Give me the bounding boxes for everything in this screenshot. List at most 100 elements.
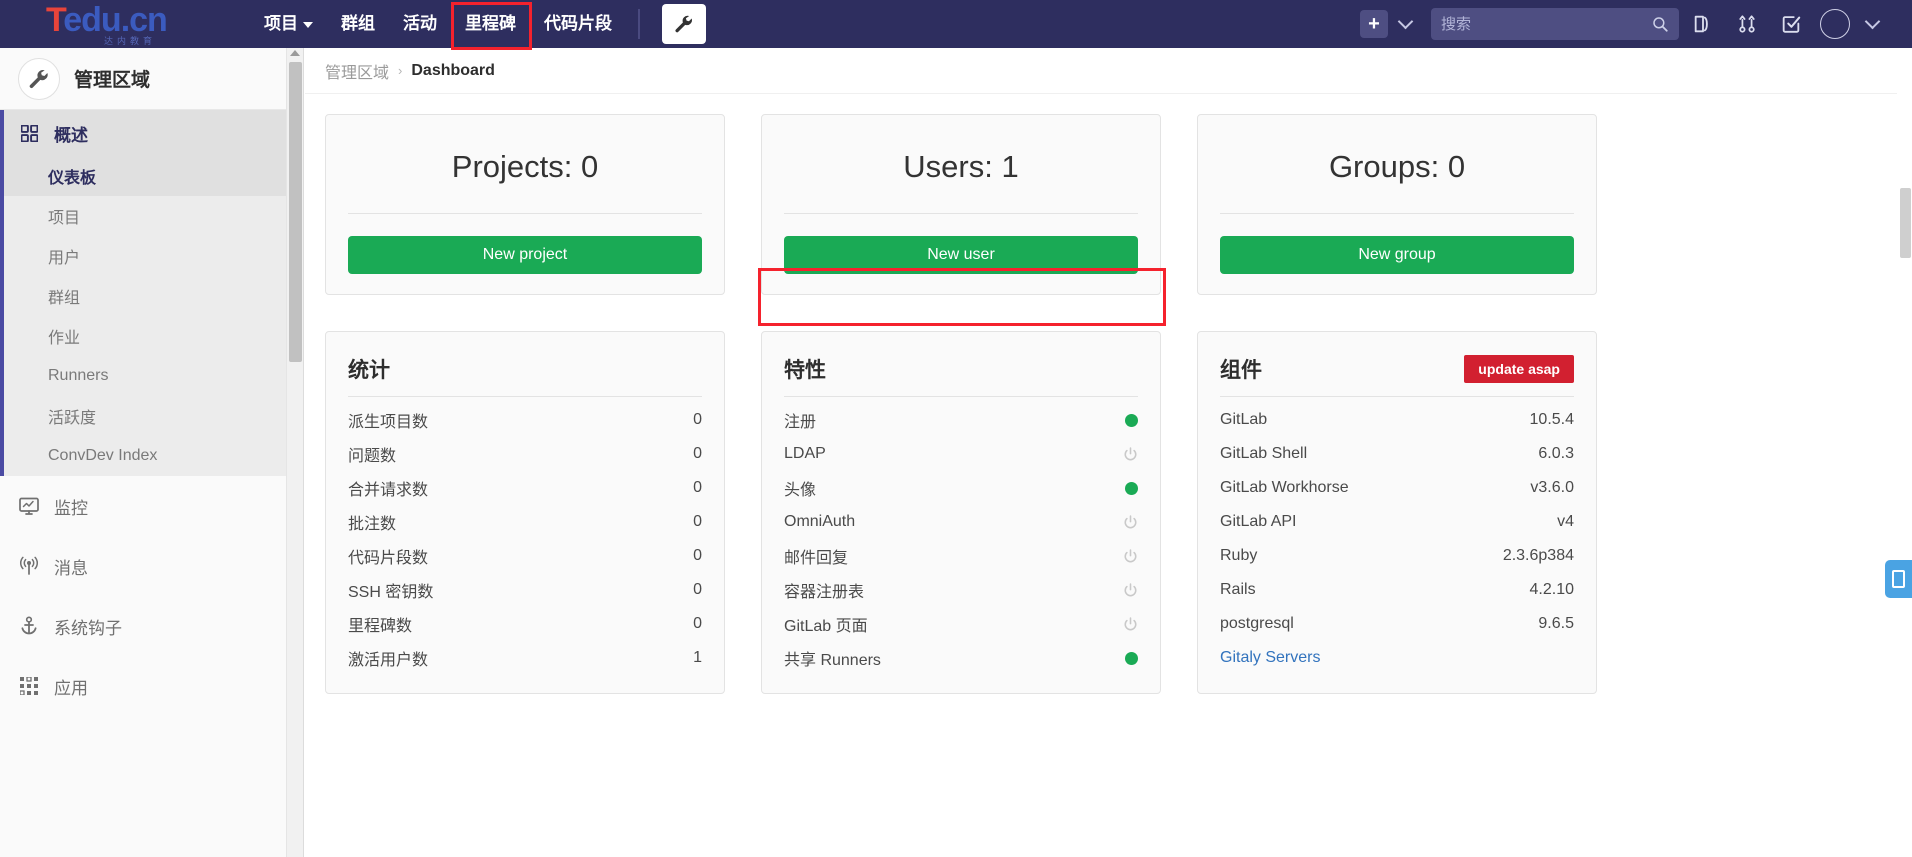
component-value: 9.6.5 — [1538, 615, 1574, 632]
sidebar-item-users[interactable]: 用户 — [0, 236, 286, 276]
nav-item-activity[interactable]: 活动 — [389, 0, 451, 48]
divider — [784, 396, 1138, 397]
status-disabled-icon — [1124, 548, 1137, 562]
sidebar-scrollbar[interactable] — [287, 48, 304, 857]
nav-item-milestones[interactable]: 里程碑 — [451, 0, 530, 48]
user-menu-button[interactable] — [1815, 0, 1855, 48]
nav-item-snippets[interactable]: 代码片段 — [530, 0, 626, 48]
sidebar-item-projects[interactable]: 项目 — [0, 196, 286, 236]
stat-value: 0 — [693, 581, 702, 598]
component-value: 10.5.4 — [1529, 411, 1574, 428]
stat-value: 0 — [693, 615, 702, 632]
sidebar-item-dashboard[interactable]: 仪表板 — [0, 156, 286, 196]
stat-row: 合并请求数 0 — [348, 471, 702, 505]
component-label: postgresql — [1220, 615, 1294, 632]
divider — [1220, 213, 1574, 214]
scroll-up-arrow-icon[interactable] — [290, 50, 300, 56]
create-new-button[interactable]: + — [1360, 10, 1388, 38]
status-disabled-icon — [1124, 446, 1137, 460]
feature-row: OmniAuth — [784, 505, 1138, 539]
component-row: GitLab Shell 6.0.3 — [1220, 437, 1574, 471]
chevron-down-icon[interactable] — [1864, 13, 1881, 30]
stat-row: 代码片段数 0 — [348, 539, 702, 573]
dashboard-grid: Projects: 0 New project Users: 1 New use… — [305, 94, 1912, 694]
breadcrumb: 管理区域 › Dashboard — [305, 48, 1912, 94]
sidebar-item-runners[interactable]: Runners — [0, 356, 286, 396]
sidebar-item-applications[interactable]: 应用 — [0, 656, 286, 716]
component-value: v4 — [1557, 513, 1574, 530]
nav-item-projects-label: 项目 — [264, 14, 298, 33]
issues-icon — [1694, 15, 1708, 33]
anchor-icon — [18, 616, 40, 636]
nav-item-projects[interactable]: 项目 — [250, 0, 327, 48]
status-disabled-icon — [1124, 616, 1137, 630]
component-value: v3.6.0 — [1530, 479, 1574, 496]
sidebar-scrollbar-thumb[interactable] — [289, 62, 302, 362]
feature-label: 注册 — [784, 414, 817, 431]
merge-requests-button[interactable] — [1727, 0, 1767, 48]
components-card: 组件 update asap GitLab 10.5.4 GitLab Shel… — [1197, 331, 1597, 694]
issues-button[interactable] — [1683, 0, 1723, 48]
wrench-icon — [675, 15, 692, 33]
feature-label: 共享 Runners — [784, 652, 881, 669]
stat-label: 代码片段数 — [348, 550, 429, 567]
features-title: 特性 — [784, 359, 826, 382]
search-box[interactable] — [1431, 8, 1679, 40]
new-project-button[interactable]: New project — [348, 236, 702, 274]
sidebar-item-activity[interactable]: 活跃度 — [0, 396, 286, 436]
component-row: postgresql 9.6.5 — [1220, 607, 1574, 641]
sidebar-item-messages-label: 消息 — [54, 558, 88, 578]
stat-value: 1 — [693, 649, 702, 666]
main-nav-items: 项目 群组 活动 里程碑 代码片段 — [250, 0, 724, 48]
apps-grid-icon — [18, 677, 40, 695]
site-logo[interactable]: Tedu.cn 达内教育 — [46, 0, 236, 48]
stat-value: 0 — [693, 479, 702, 496]
status-disabled-icon — [1124, 514, 1137, 528]
sidebar-item-messages[interactable]: 消息 — [0, 536, 286, 596]
stat-label: 合并请求数 — [348, 482, 429, 499]
component-row: GitLab Workhorse v3.6.0 — [1220, 471, 1574, 505]
sidebar-item-groups[interactable]: 群组 — [0, 276, 286, 316]
feedback-side-tab[interactable] — [1885, 560, 1912, 598]
page-scrollbar[interactable] — [1897, 48, 1912, 857]
status-enabled-icon — [1125, 481, 1138, 495]
sidebar-item-monitoring[interactable]: 监控 — [0, 476, 286, 536]
components-title: 组件 — [1220, 359, 1262, 382]
stat-label: 激活用户数 — [348, 652, 429, 669]
page-scrollbar-thumb[interactable] — [1900, 188, 1911, 258]
stat-value: 0 — [693, 513, 702, 530]
gitaly-servers-link[interactable]: Gitaly Servers — [1220, 649, 1320, 667]
search-input[interactable] — [1441, 15, 1651, 33]
sidebar-item-jobs[interactable]: 作业 — [0, 316, 286, 356]
component-value: 2.3.6p384 — [1502, 547, 1574, 564]
top-navigation-bar: Tedu.cn 达内教育 项目 群组 活动 里程碑 代码片段 + — [0, 0, 1912, 48]
chevron-down-icon[interactable] — [1397, 13, 1414, 30]
sidebar-item-system-hooks-label: 系统钩子 — [54, 618, 122, 638]
overview-grid-icon — [18, 124, 40, 142]
nav-item-groups[interactable]: 群组 — [327, 0, 389, 48]
sidebar-item-monitoring-label: 监控 — [54, 498, 88, 518]
breadcrumb-root[interactable]: 管理区域 — [325, 59, 389, 83]
sidebar-item-system-hooks[interactable]: 系统钩子 — [0, 596, 286, 656]
main-content: 管理区域 › Dashboard Projects: 0 New project… — [305, 48, 1912, 857]
sidebar-item-overview[interactable]: 概述 — [0, 110, 286, 156]
sidebar-item-convdev-index[interactable]: ConvDev Index — [0, 436, 286, 476]
feature-label: OmniAuth — [784, 513, 856, 530]
todos-button[interactable] — [1771, 0, 1811, 48]
stat-row: SSH 密钥数 0 — [348, 573, 702, 607]
component-label: GitLab — [1220, 411, 1268, 428]
stat-row: 激活用户数 1 — [348, 641, 702, 675]
book-icon — [1892, 570, 1905, 588]
component-row: GitLab 10.5.4 — [1220, 403, 1574, 437]
stat-row: 批注数 0 — [348, 505, 702, 539]
new-group-button[interactable]: New group — [1220, 236, 1574, 274]
feature-row: 容器注册表 — [784, 573, 1138, 607]
update-asap-badge[interactable]: update asap — [1464, 355, 1574, 383]
stat-label: 里程碑数 — [348, 618, 413, 635]
new-user-button[interactable]: New user — [784, 236, 1138, 274]
sidebar-header[interactable]: 管理区域 — [0, 48, 286, 110]
feature-label: 邮件回复 — [784, 550, 849, 567]
sidebar-avatar — [18, 57, 60, 100]
admin-area-button[interactable] — [662, 4, 706, 44]
stat-label: SSH 密钥数 — [348, 584, 434, 601]
